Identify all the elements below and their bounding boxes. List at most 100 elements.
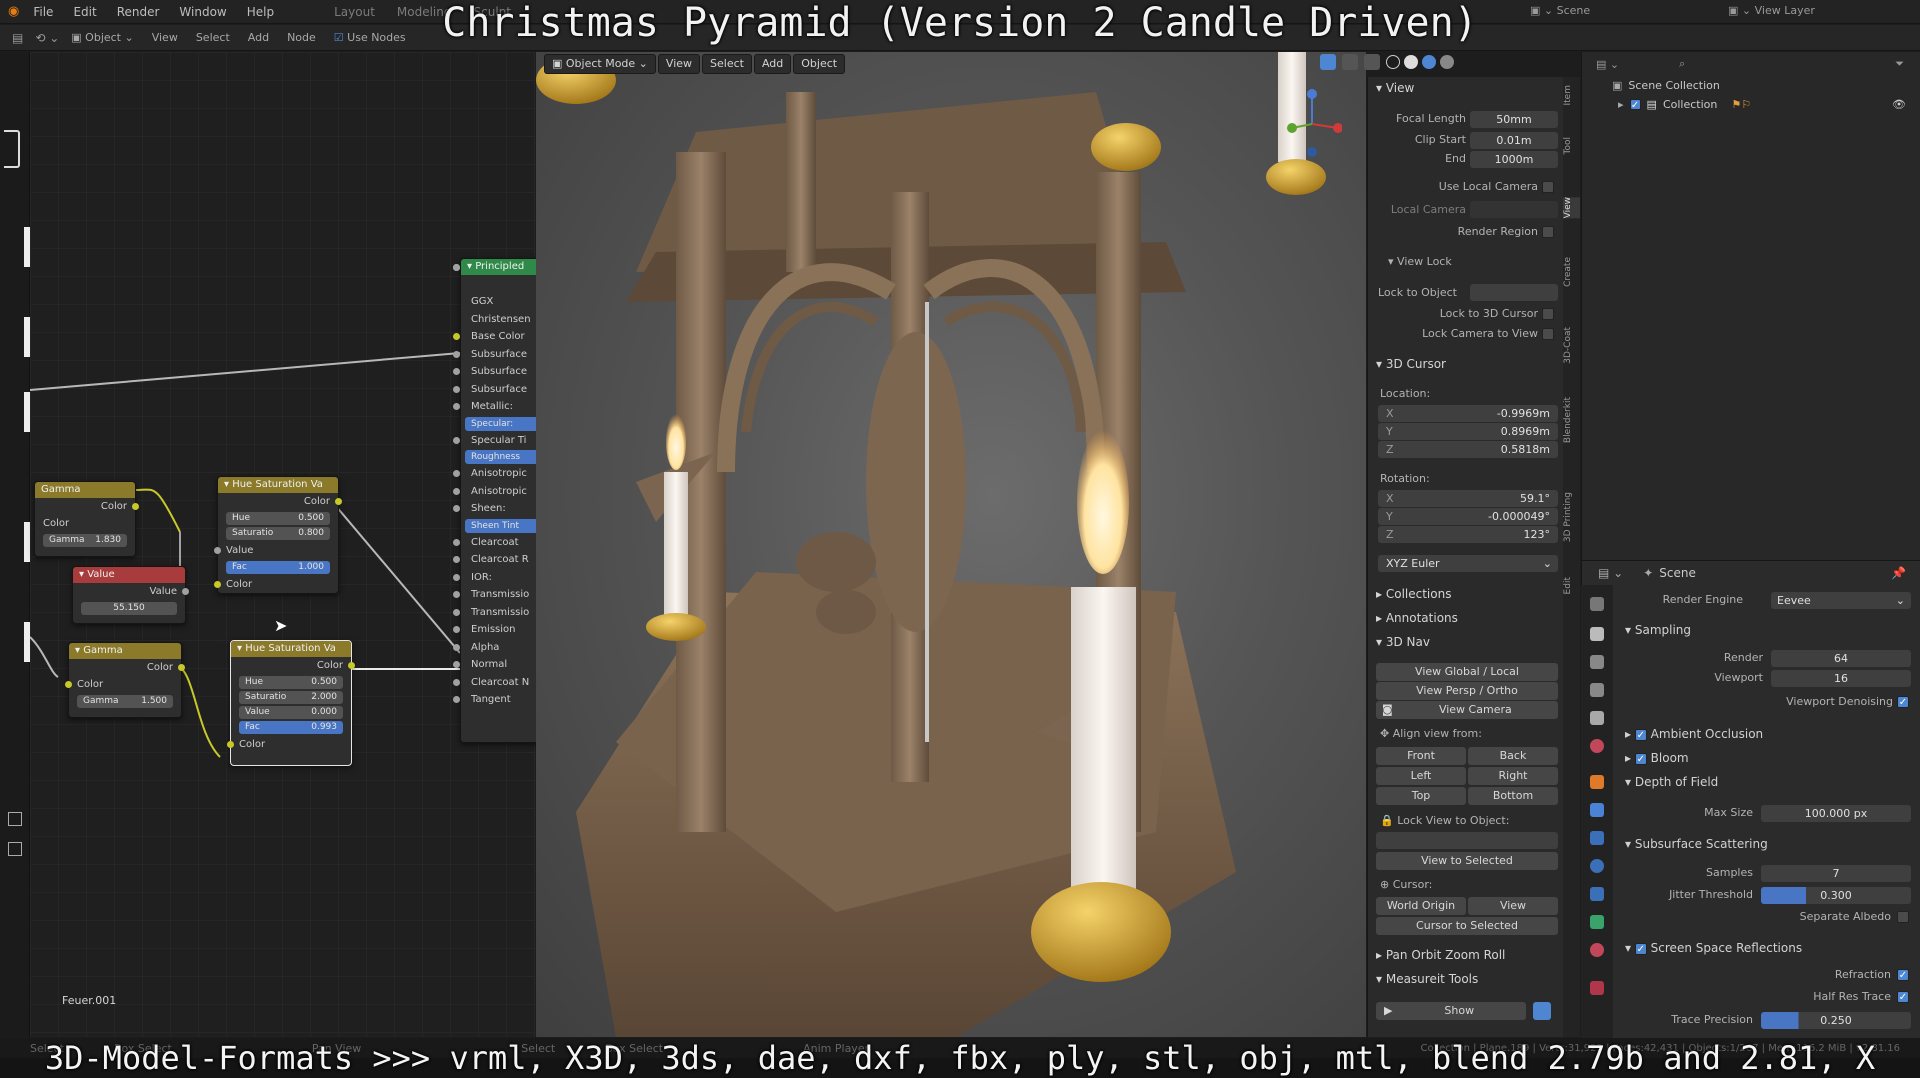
hue-saturation-node-2[interactable]: ▾ Hue Saturation Va Color Hue 0.500 Satur… xyxy=(227,640,355,766)
navigation-gizmo[interactable] xyxy=(1282,84,1342,164)
socket-icon[interactable] xyxy=(453,385,460,393)
socket-icon[interactable] xyxy=(132,503,139,510)
socket-icon[interactable] xyxy=(453,350,460,358)
socket-icon[interactable] xyxy=(227,741,234,748)
measureit-show-button[interactable]: ▶ Show xyxy=(1376,1002,1526,1020)
socket-icon[interactable] xyxy=(453,264,460,271)
constraints-tab-icon[interactable] xyxy=(1590,887,1604,901)
outliner-collection-row[interactable]: ▸ ▤ Collection ⚑⚐ 👁 xyxy=(1582,94,1920,114)
socket-icon[interactable] xyxy=(453,403,460,410)
socket-icon[interactable] xyxy=(453,436,460,444)
collections-section-header[interactable]: ▸ Collections xyxy=(1376,587,1451,601)
socket-icon[interactable] xyxy=(178,664,185,671)
overlay-toggle-icon[interactable] xyxy=(1342,54,1358,70)
hue-2-sat-field[interactable]: Saturatio 2.000 xyxy=(239,691,343,704)
ssr-header[interactable]: ▾ Screen Space Reflections xyxy=(1625,941,1802,955)
socket-icon[interactable] xyxy=(453,626,460,633)
view-layer-tab-icon[interactable] xyxy=(1590,683,1604,697)
value-field[interactable]: 55.150 xyxy=(81,602,177,615)
world-origin-button[interactable]: World Origin xyxy=(1376,897,1466,915)
sidebar-tab-blenderkit[interactable]: Blenderkit xyxy=(1563,397,1580,443)
viewport-select-menu[interactable]: Select xyxy=(702,54,752,74)
gamma-node-2[interactable]: ▾ Gamma Color Color Gamma 1.500 xyxy=(65,642,185,718)
hue-2-header[interactable]: ▾ Hue Saturation Va xyxy=(231,641,351,657)
render-samples-field[interactable]: 64 xyxy=(1771,650,1911,667)
cursor-view-button[interactable]: View xyxy=(1468,897,1558,915)
texture-tab-icon[interactable] xyxy=(1590,981,1604,995)
output-tab-icon[interactable] xyxy=(1590,655,1604,669)
cursor-rotation-z-field[interactable]: Z 123° xyxy=(1378,526,1558,543)
view-persp-ortho-button[interactable]: View Persp / Ortho xyxy=(1376,682,1558,700)
ssr-checkbox[interactable] xyxy=(1634,942,1647,955)
world-tab-icon[interactable] xyxy=(1590,739,1604,753)
gamma-node-2-header[interactable]: ▾ Gamma xyxy=(69,643,181,659)
measureit-section-header[interactable]: ▾ Measureit Tools xyxy=(1376,972,1478,986)
annotations-section-header[interactable]: ▸ Annotations xyxy=(1376,611,1458,625)
align-back-button[interactable]: Back xyxy=(1468,747,1558,765)
socket-icon[interactable] xyxy=(453,573,460,581)
local-camera-field[interactable] xyxy=(1470,201,1558,218)
outliner-filter-icon[interactable]: ⏷ xyxy=(1895,57,1904,71)
lock-to-object-field[interactable] xyxy=(1470,284,1558,301)
3d-cursor-section-header[interactable]: ▾ 3D Cursor xyxy=(1376,357,1446,371)
dof-header[interactable]: ▾ Depth of Field xyxy=(1625,775,1718,789)
socket-icon[interactable] xyxy=(453,591,460,598)
clip-end-field[interactable]: 1000m xyxy=(1470,151,1558,168)
particles-tab-icon[interactable] xyxy=(1590,831,1604,845)
socket-icon[interactable] xyxy=(348,662,355,669)
socket-icon[interactable] xyxy=(453,487,460,495)
cursor-location-z-field[interactable]: Z 0.5818m xyxy=(1378,441,1558,458)
hue-2-val-field[interactable]: Value 0.000 xyxy=(239,706,343,719)
outliner-search-icon[interactable]: ⌕ xyxy=(1679,57,1685,71)
jitter-threshold-slider[interactable]: 0.300 xyxy=(1761,887,1911,904)
sidebar-tab-3d-coat[interactable]: 3D-Coat xyxy=(1563,327,1580,364)
principled-input-row[interactable]: Roughness xyxy=(453,264,545,464)
cursor-to-selected-button[interactable]: Cursor to Selected xyxy=(1376,917,1558,935)
trace-precision-slider[interactable]: 0.250 xyxy=(1761,1012,1911,1029)
measureit-settings-icon[interactable] xyxy=(1533,1002,1551,1020)
use-local-camera-checkbox[interactable] xyxy=(1542,181,1554,193)
rendered-shading-icon[interactable] xyxy=(1440,55,1454,69)
socket-icon[interactable] xyxy=(65,681,72,688)
solid-shading-icon[interactable] xyxy=(1404,55,1418,69)
collection-checkbox[interactable] xyxy=(1629,98,1641,110)
align-bottom-button[interactable]: Bottom xyxy=(1468,787,1558,805)
sidebar-tab-item[interactable]: Item xyxy=(1563,85,1580,106)
socket-icon[interactable] xyxy=(214,547,221,554)
select-tool-icon[interactable] xyxy=(4,130,20,168)
hue-1-sat-field[interactable]: Saturatio 0.800 xyxy=(226,527,330,540)
lock-camera-to-view-checkbox[interactable] xyxy=(1542,328,1554,340)
socket-icon[interactable] xyxy=(453,505,460,512)
gamma-node-1[interactable]: Gamma Color Color Gamma 1.830 xyxy=(34,481,139,557)
socket-icon[interactable] xyxy=(453,333,460,340)
render-region-checkbox[interactable] xyxy=(1542,226,1554,238)
align-right-button[interactable]: Right xyxy=(1468,767,1558,785)
node-editor-canvas[interactable]: ▾ Principled GGX Christensen Base Color Sub… xyxy=(30,52,550,1037)
socket-icon[interactable] xyxy=(335,498,342,505)
ambient-occlusion-header[interactable]: ▸ Ambient Occlusion xyxy=(1625,727,1763,741)
sidebar-tab-3d-printing[interactable]: 3D Printing xyxy=(1563,492,1580,542)
visibility-eye-icon[interactable]: 👁 xyxy=(1892,98,1906,111)
gizmo-toggle-icon[interactable] xyxy=(1320,54,1336,70)
gamma-node-1-header[interactable]: Gamma xyxy=(35,482,135,498)
socket-icon[interactable] xyxy=(453,678,460,686)
refraction-checkbox[interactable] xyxy=(1897,969,1909,981)
viewport-denoising-checkbox[interactable] xyxy=(1897,696,1909,708)
sidebar-tab-edit[interactable]: Edit xyxy=(1563,577,1580,594)
xray-toggle-icon[interactable] xyxy=(1364,54,1380,70)
view-to-selected-button[interactable]: View to Selected xyxy=(1376,852,1558,870)
lock-to-cursor-checkbox[interactable] xyxy=(1542,308,1554,320)
value-node-header[interactable]: ▾ Value xyxy=(73,567,185,583)
object-mode-dropdown[interactable]: ▣ Object Mode ⌄ xyxy=(544,54,656,74)
sampling-header[interactable]: ▾ Sampling xyxy=(1625,623,1691,637)
separate-albedo-checkbox[interactable] xyxy=(1897,911,1909,923)
viewport-samples-field[interactable]: 16 xyxy=(1771,670,1911,687)
material-shading-icon[interactable] xyxy=(1422,55,1436,69)
expand-icon[interactable]: ▸ xyxy=(1618,98,1624,111)
principled-input-row[interactable]: Specular: xyxy=(453,264,545,431)
outliner-type-icon[interactable]: ▤ ⌄ xyxy=(1596,58,1619,71)
hue-1-header[interactable]: ▾ Hue Saturation Va xyxy=(218,477,338,493)
socket-icon[interactable] xyxy=(453,643,460,651)
hue-2-hue-field[interactable]: Hue 0.500 xyxy=(239,676,343,689)
viewport-add-menu[interactable]: Add xyxy=(753,54,792,74)
